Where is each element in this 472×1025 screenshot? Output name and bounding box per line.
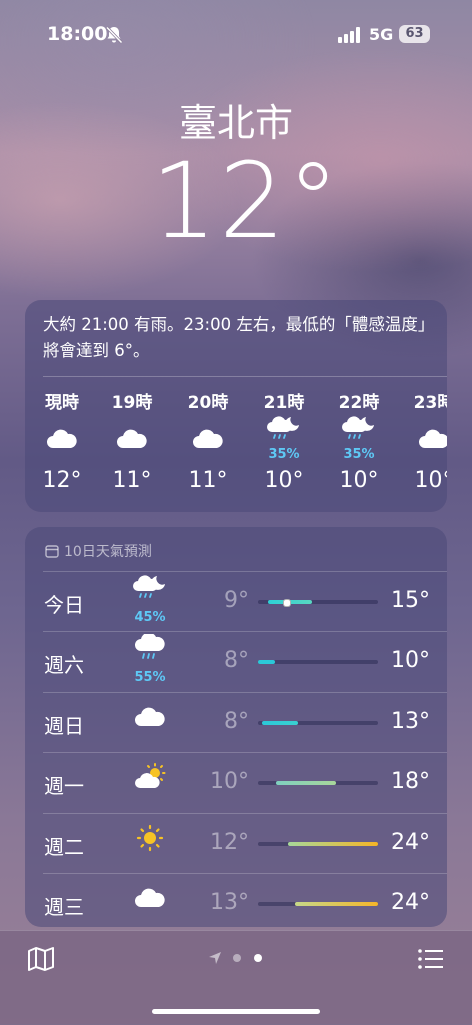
hourly-scroller[interactable]: 現時 12° 19時 11° 20時 11° 21時 35% 10° 22時 35% 10° 23時 10… xyxy=(25,390,447,510)
daily-row[interactable]: 週六 55% 8° 10° xyxy=(25,632,447,692)
temperature-range-fill xyxy=(258,660,275,665)
hour-temperature: 10° xyxy=(414,468,448,493)
cloud-icon xyxy=(417,425,447,453)
day-name: 週日 xyxy=(44,713,84,738)
divider xyxy=(43,376,447,377)
precipitation-chance: 35% xyxy=(343,447,375,462)
cloud-icon xyxy=(191,425,225,453)
status-time: 18:00 xyxy=(47,23,108,45)
page-indicator[interactable] xyxy=(206,951,270,965)
day-name: 週六 xyxy=(44,653,84,678)
page-dot[interactable] xyxy=(233,954,241,962)
temperature-range-bar xyxy=(258,720,378,725)
daily-forecast-title: 10日天氣預測 xyxy=(64,544,152,560)
cloud-icon xyxy=(133,884,167,912)
hourly-item: 22時 35% 10° xyxy=(334,390,384,493)
location-arrow-icon xyxy=(209,952,221,964)
cloud-moon-rain-icon xyxy=(133,574,167,602)
cloud-moon-rain-icon xyxy=(342,415,376,443)
hourly-forecast-card: 大約 21:00 有雨。23:00 左右，最低的「體感温度」將會達到 6°。 現… xyxy=(25,300,447,512)
city-name: 臺北市 xyxy=(178,101,293,145)
hourly-item: 21時 35% 10° xyxy=(259,390,309,493)
network-type: 5G xyxy=(369,25,394,44)
temperature-range-bar xyxy=(258,599,378,607)
daily-row[interactable]: 今日 45% 9° 15° xyxy=(25,572,447,632)
hour-label: 現時 xyxy=(45,393,79,413)
temperature-range-fill xyxy=(261,720,298,725)
low-temperature: 8° xyxy=(224,648,249,674)
hourly-item: 現時 12° xyxy=(37,390,87,493)
calendar-icon xyxy=(45,545,59,558)
high-temperature: 24° xyxy=(391,829,430,855)
cloud-icon xyxy=(45,425,79,453)
low-temperature: 8° xyxy=(224,708,249,734)
cloud-moon-rain-icon xyxy=(267,415,301,443)
high-temperature: 18° xyxy=(391,769,430,795)
page-dot-active[interactable] xyxy=(254,954,262,962)
hourly-item: 19時 11° xyxy=(107,390,157,493)
precipitation-chance: 35% xyxy=(268,447,300,462)
hour-label: 22時 xyxy=(338,393,380,413)
daily-forecast-card: 10日天氣預測 今日 45% 9° 15° 週六 55% 8° 10° 週日 8° 13° 週一 10°… xyxy=(25,527,447,927)
map-icon[interactable] xyxy=(27,946,55,972)
day-name: 週一 xyxy=(44,774,84,799)
hour-temperature: 11° xyxy=(188,468,228,493)
list-icon[interactable] xyxy=(417,947,445,971)
temperature-range-bar xyxy=(258,841,378,846)
high-temperature: 15° xyxy=(391,588,430,613)
daily-row[interactable]: 週一 10° 18° xyxy=(25,753,447,813)
low-temperature: 10° xyxy=(210,769,249,795)
temperature-range-bar xyxy=(258,660,378,665)
hour-temperature: 11° xyxy=(112,468,152,493)
temperature-range-fill xyxy=(295,902,378,906)
current-temperature: 12° xyxy=(150,140,342,262)
temperature-range-bar xyxy=(258,781,378,786)
sun-behind-cloud-icon xyxy=(133,763,167,791)
hour-temperature: 10° xyxy=(264,468,304,493)
precipitation-chance: 55% xyxy=(134,670,166,686)
hour-temperature: 10° xyxy=(339,468,379,493)
day-name: 今日 xyxy=(44,593,84,617)
bottom-toolbar xyxy=(0,930,472,1025)
bell-slash-icon xyxy=(105,26,123,44)
day-name: 週三 xyxy=(44,895,84,919)
temperature-range-fill xyxy=(276,781,336,786)
daily-row[interactable]: 週日 8° 13° xyxy=(25,693,447,753)
precipitation-chance: 45% xyxy=(134,610,166,625)
hour-label: 23時 xyxy=(413,393,447,413)
status-bar: 18:00 5G 63 xyxy=(0,20,472,50)
daily-forecast-header: 10日天氣預測 xyxy=(45,541,152,561)
cloud-icon xyxy=(115,425,149,453)
hourly-item: 20時 11° xyxy=(183,390,233,493)
high-temperature: 24° xyxy=(391,890,430,915)
temperature-range-fill xyxy=(288,841,378,846)
cloud-rain-icon xyxy=(133,632,167,662)
hour-label: 21時 xyxy=(263,393,305,413)
battery-indicator: 63 xyxy=(399,25,430,43)
hourly-item: 23時 10° xyxy=(409,390,447,493)
weather-summary: 大約 21:00 有雨。23:00 左右，最低的「體感温度」將會達到 6°。 xyxy=(43,315,427,360)
high-temperature: 13° xyxy=(391,708,430,734)
low-temperature: 9° xyxy=(224,588,249,613)
temperature-range-bar xyxy=(258,902,378,906)
hour-temperature: 12° xyxy=(42,468,82,493)
high-temperature: 10° xyxy=(391,648,430,674)
home-indicator[interactable] xyxy=(152,1009,320,1014)
low-temperature: 12° xyxy=(210,829,249,855)
signal-icon xyxy=(338,27,360,43)
hour-label: 20時 xyxy=(187,393,229,413)
current-temperature-dot xyxy=(282,599,291,607)
sun-icon xyxy=(133,824,167,852)
low-temperature: 13° xyxy=(210,890,249,915)
cloud-icon xyxy=(133,703,167,731)
hour-label: 19時 xyxy=(111,393,153,413)
daily-row[interactable]: 週二 12° 24° xyxy=(25,814,447,874)
day-name: 週二 xyxy=(44,834,84,859)
daily-row[interactable]: 週三 13° 24° xyxy=(25,874,447,927)
